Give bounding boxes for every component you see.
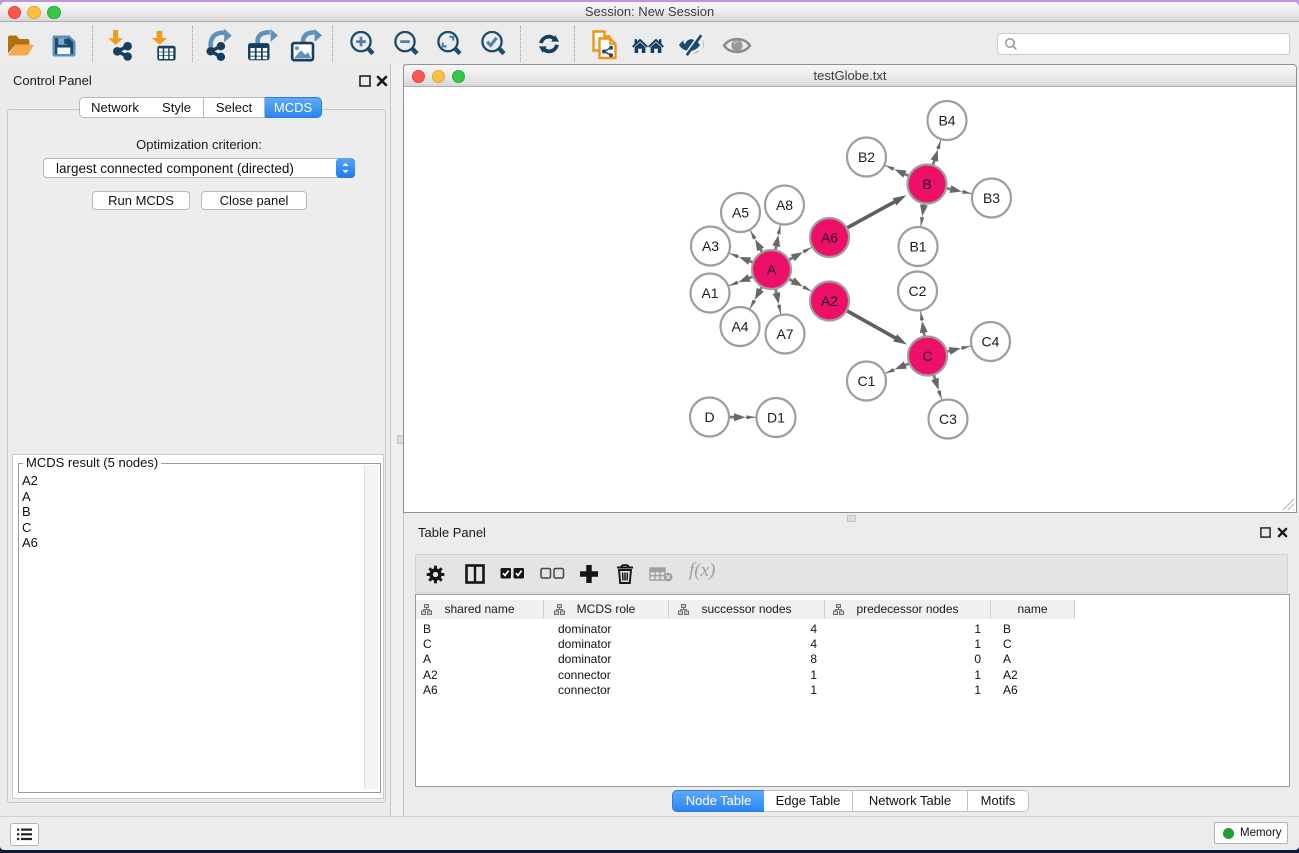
svg-text:A3: A3: [702, 238, 719, 254]
svg-text:C1: C1: [858, 373, 876, 389]
svg-text:A2: A2: [821, 293, 838, 309]
svg-text:B2: B2: [858, 149, 875, 165]
svg-text:A8: A8: [776, 197, 793, 213]
svg-text:C3: C3: [939, 411, 957, 427]
svg-text:B1: B1: [909, 238, 926, 254]
svg-text:D: D: [704, 409, 714, 425]
svg-text:A1: A1: [701, 285, 718, 301]
svg-text:B: B: [922, 176, 931, 192]
svg-text:A7: A7: [776, 326, 793, 342]
svg-text:C2: C2: [909, 283, 927, 299]
svg-text:C: C: [922, 348, 932, 364]
svg-text:B3: B3: [983, 190, 1000, 206]
svg-text:C4: C4: [982, 333, 1000, 349]
svg-text:A: A: [767, 261, 777, 277]
svg-text:A4: A4: [731, 318, 748, 334]
svg-text:B4: B4: [938, 112, 955, 128]
svg-text:A6: A6: [821, 229, 838, 245]
svg-text:A5: A5: [732, 204, 749, 220]
svg-text:D1: D1: [767, 409, 785, 425]
